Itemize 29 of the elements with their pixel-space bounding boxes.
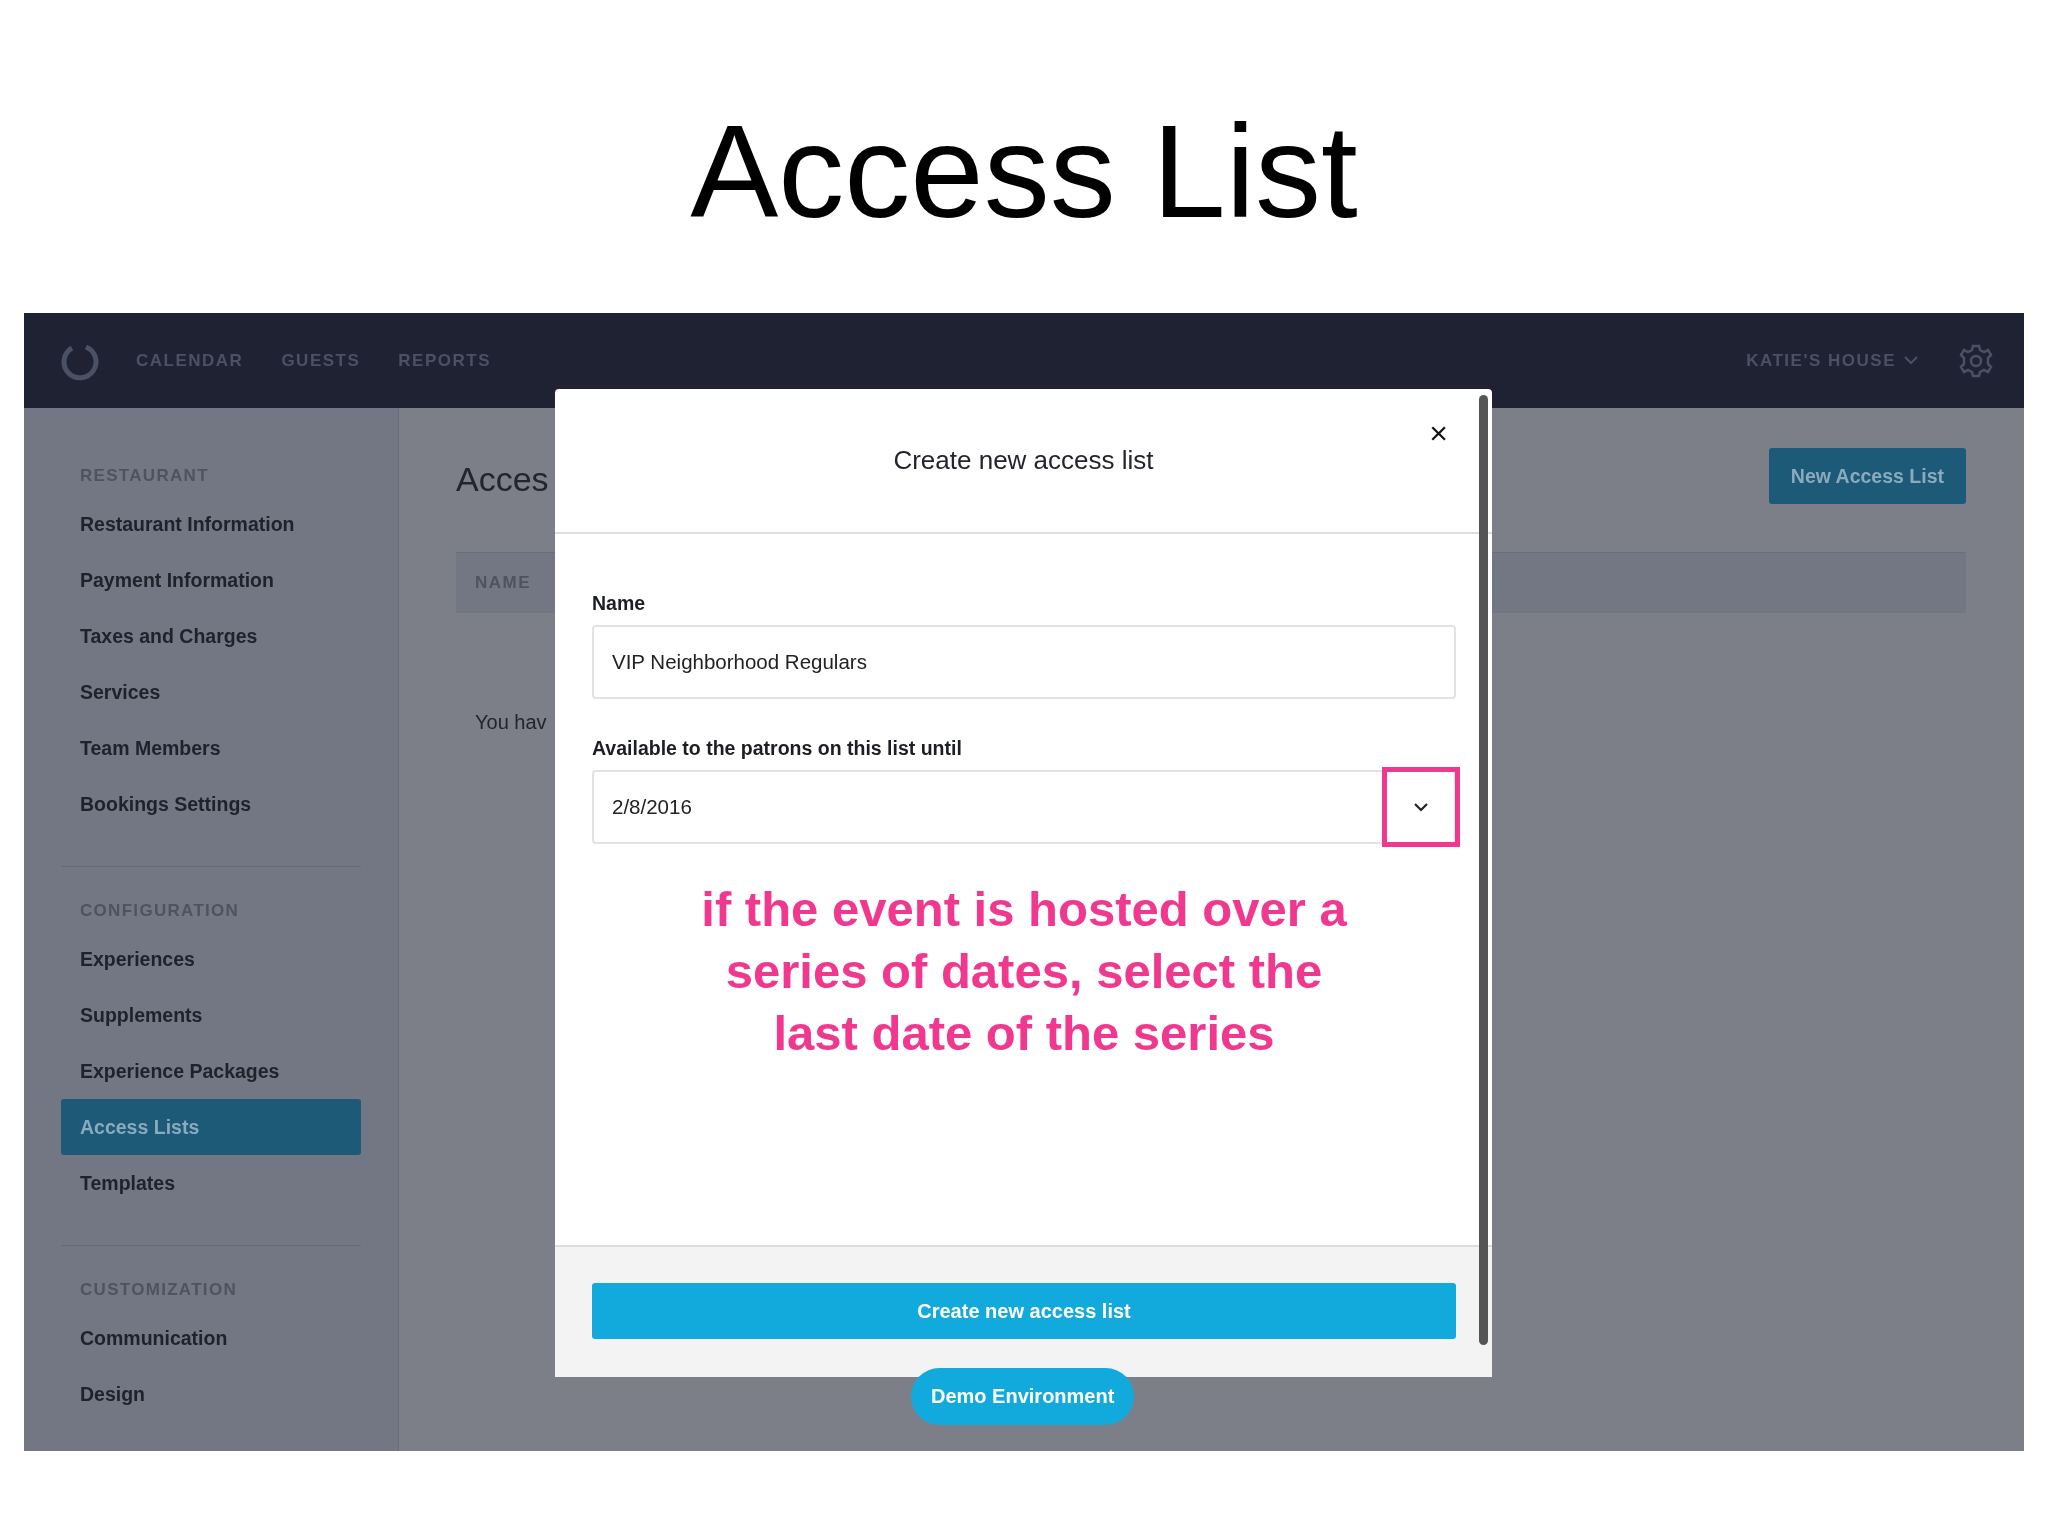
empty-message: You hav	[475, 711, 548, 734]
sidebar-item[interactable]: Experience Packages	[61, 1043, 361, 1099]
settings-icon[interactable]	[1958, 342, 1994, 379]
field-label: Name	[592, 592, 647, 615]
sidebar-item[interactable]: Communication	[61, 1310, 361, 1366]
page-title: Acces	[456, 460, 549, 499]
modal-title: Create new access list	[893, 445, 1154, 476]
sidebar-item[interactable]: Templates	[61, 1155, 361, 1211]
chevron-down-icon	[1904, 356, 1918, 365]
slide-title: Access List	[690, 97, 1358, 247]
sidebar-item[interactable]: Services	[61, 664, 361, 720]
text-field[interactable]: VIP Neighborhood Regulars	[592, 625, 1456, 699]
scrollbar-thumb[interactable]	[1479, 395, 1488, 1345]
sidebar-item[interactable]: Access Lists	[61, 1099, 361, 1155]
new-access-list-button[interactable]: New Access List	[1768, 448, 1966, 504]
demo-environment-badge[interactable]: Demo Environment	[911, 1368, 1135, 1425]
close-button[interactable]: ×	[1425, 417, 1452, 449]
sidebar-item[interactable]: Payment Information	[61, 552, 361, 608]
field-label: Available to the patrons on this list until	[592, 737, 963, 760]
sidebar-item[interactable]: Supplements	[61, 987, 361, 1043]
sidebar-item[interactable]: Taxes and Charges	[61, 608, 361, 664]
chevron-down-icon[interactable]	[1413, 802, 1429, 812]
sidebar-item[interactable]: Experiences	[61, 931, 361, 987]
sidebar-item[interactable]: Design	[61, 1366, 361, 1422]
create-button[interactable]: Create new access list	[592, 1283, 1456, 1339]
sidebar-item[interactable]: Restaurant Information	[61, 496, 361, 552]
sidebar-item[interactable]: Bookings Settings	[61, 776, 361, 832]
sidebar-item[interactable]: Team Members	[61, 720, 361, 776]
annotation-text: if the event is hosted over a series of dates, select the last date of the series	[700, 881, 1348, 1062]
